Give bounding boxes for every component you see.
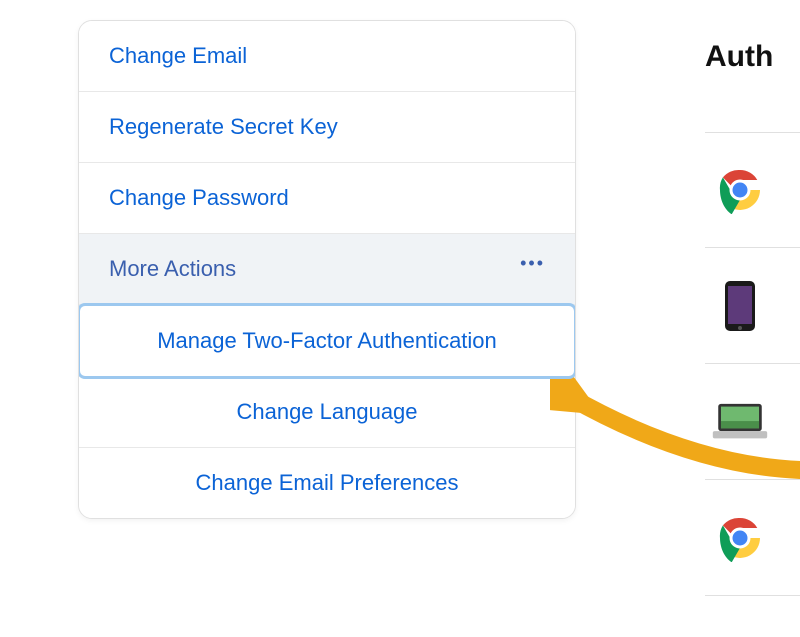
menu-item-label: More Actions bbox=[109, 256, 236, 282]
device-row[interactable] bbox=[705, 480, 800, 596]
ellipsis-icon: ••• bbox=[520, 253, 545, 274]
account-settings-menu: Change Email Regenerate Secret Key Chang… bbox=[78, 20, 576, 519]
device-row[interactable] bbox=[705, 364, 800, 480]
menu-item-change-email[interactable]: Change Email bbox=[79, 21, 575, 92]
device-row[interactable] bbox=[705, 132, 800, 248]
submenu-item-label: Change Language bbox=[236, 399, 417, 425]
submenu-item-label: Change Email Preferences bbox=[196, 470, 459, 496]
menu-item-label: Change Email bbox=[109, 43, 247, 69]
submenu-item-change-language[interactable]: Change Language bbox=[79, 377, 575, 448]
laptop-icon bbox=[710, 392, 770, 452]
menu-item-change-password[interactable]: Change Password bbox=[79, 163, 575, 234]
chrome-icon bbox=[710, 508, 770, 568]
more-actions-submenu: Manage Two-Factor Authentication Change … bbox=[79, 303, 575, 518]
menu-item-more-actions[interactable]: More Actions ••• bbox=[79, 234, 575, 305]
submenu-item-label: Manage Two-Factor Authentication bbox=[157, 328, 497, 354]
menu-item-regenerate-secret-key[interactable]: Regenerate Secret Key bbox=[79, 92, 575, 163]
panel-title: Auth bbox=[705, 40, 800, 92]
menu-item-label: Regenerate Secret Key bbox=[109, 114, 338, 140]
chrome-icon bbox=[710, 160, 770, 220]
submenu-item-manage-2fa[interactable]: Manage Two-Factor Authentication bbox=[78, 303, 576, 379]
phone-icon bbox=[710, 276, 770, 336]
device-list bbox=[705, 132, 800, 596]
device-row[interactable] bbox=[705, 248, 800, 364]
authorized-devices-panel: Auth bbox=[705, 40, 800, 596]
submenu-item-change-email-preferences[interactable]: Change Email Preferences bbox=[79, 448, 575, 518]
menu-item-label: Change Password bbox=[109, 185, 289, 211]
